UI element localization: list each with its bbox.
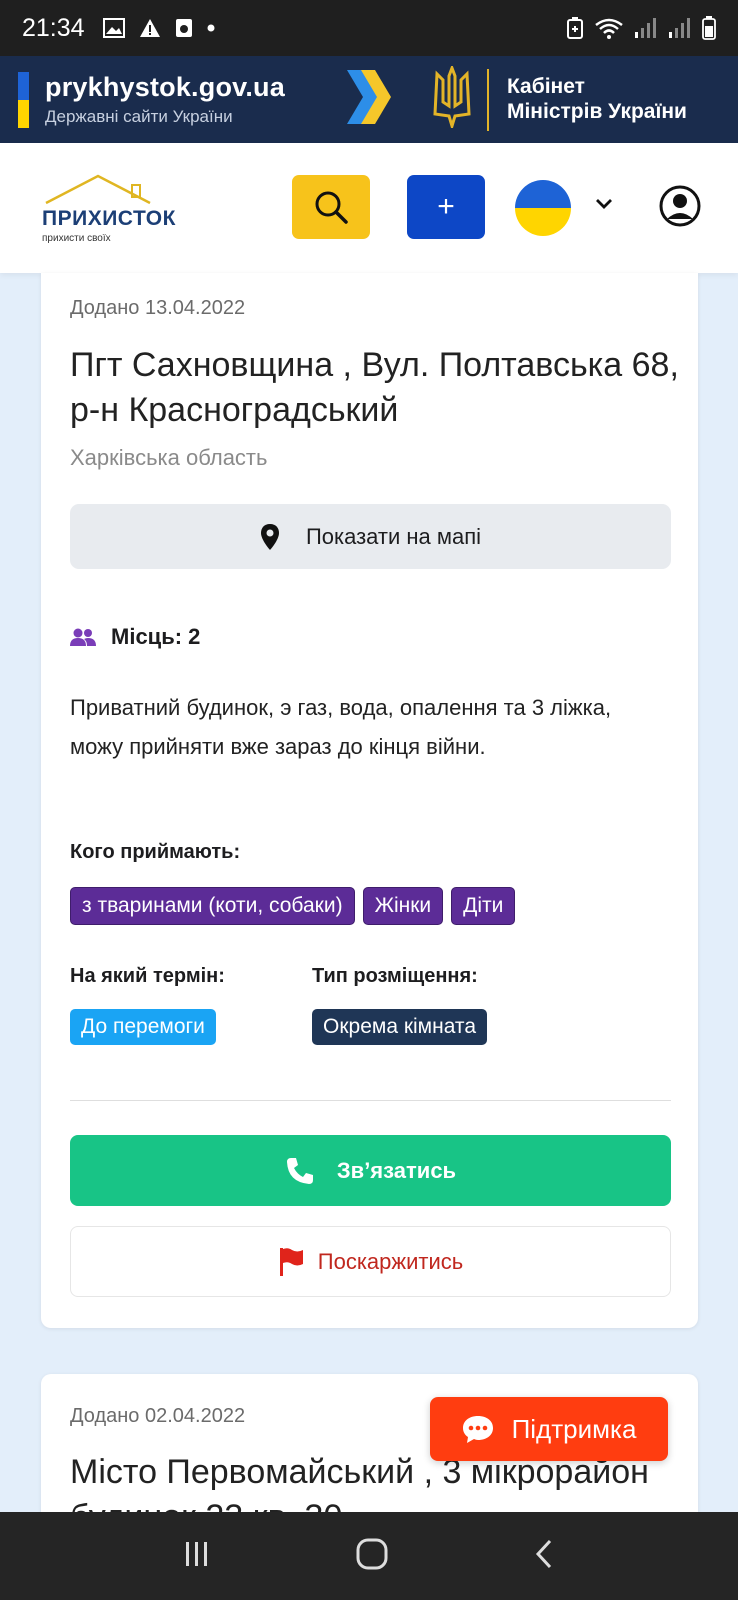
listing-description: Приватний будинок, э газ, вода, опалення… xyxy=(70,695,612,759)
accommodation-type-badge: Окрема кімната xyxy=(312,1009,487,1045)
places-count: Місць: 2 xyxy=(70,624,200,650)
report-label: Поскаржитись xyxy=(317,1248,464,1274)
listing-title: Пгт Сахновщина , Вул. Полтавська 68, р-н… xyxy=(70,346,679,429)
site-logo[interactable]: ПРИХИСТОК прихисти своїх xyxy=(40,173,200,247)
warning-icon xyxy=(139,18,161,38)
add-listing-button[interactable]: + xyxy=(407,175,485,239)
added-date: 02.04.2022 xyxy=(144,1405,246,1427)
logo-brand: ПРИХИСТОК xyxy=(42,207,176,230)
status-bar: 21:34 xyxy=(0,0,738,56)
term-badge: До перемоги xyxy=(70,1009,216,1045)
gov-divider xyxy=(486,68,489,131)
tag-chip: Жінки xyxy=(362,887,444,925)
ukraine-flag-stripe xyxy=(18,71,29,128)
battery-icon xyxy=(702,16,716,40)
listing-card: Додано 13.04.2022 Пгт Сахновщина , Вул. … xyxy=(41,273,698,1328)
term-label: На який термін: xyxy=(70,965,225,987)
gov-domain[interactable]: prykhystok.gov.ua xyxy=(45,72,285,103)
back-icon[interactable] xyxy=(532,1538,556,1575)
map-pin-icon xyxy=(260,523,279,550)
notification-icon xyxy=(175,18,193,38)
chevron-down-icon[interactable] xyxy=(594,197,614,216)
more-dot-icon xyxy=(207,24,215,32)
support-label: Підтримка xyxy=(511,1413,637,1444)
phone-icon xyxy=(286,1157,313,1184)
accommodation-type-label: Тип розміщення: xyxy=(312,965,478,987)
tag-chip: Діти xyxy=(451,887,516,925)
user-account-icon[interactable] xyxy=(659,185,701,232)
trident-icon xyxy=(431,63,473,133)
contact-label: Зв’язатись xyxy=(336,1157,457,1183)
signal-4g-icon xyxy=(668,17,692,39)
listing-region: Харківська область xyxy=(70,445,268,470)
plus-icon: + xyxy=(437,190,455,223)
cabinet-ministers-label[interactable]: Кабінет Міністрів України xyxy=(507,75,687,125)
contact-button[interactable]: Зв’язатись xyxy=(70,1135,671,1206)
home-icon[interactable] xyxy=(355,1537,389,1576)
status-time: 21:34 xyxy=(22,13,85,42)
battery-saver-icon xyxy=(566,17,584,39)
search-button[interactable] xyxy=(292,175,370,239)
report-button[interactable]: Поскаржитись xyxy=(70,1226,671,1297)
show-on-map-label: Показати на мапі xyxy=(305,523,482,549)
show-on-map-button[interactable]: Показати на мапі xyxy=(70,504,671,569)
added-date: 13.04.2022 xyxy=(144,297,246,319)
gov-subtitle: Державні сайти України xyxy=(45,107,233,126)
support-button[interactable]: Підтримка xyxy=(430,1397,668,1461)
flag-icon xyxy=(279,1247,303,1276)
site-header: ПРИХИСТОК прихисти своїх + xyxy=(0,143,738,273)
users-icon xyxy=(70,628,96,646)
system-nav-bar xyxy=(0,1512,738,1600)
logo-tagline: прихисти своїх xyxy=(42,233,111,244)
added-date-line: Додано 02.04.2022 xyxy=(70,1405,246,1427)
chevrons-logo-icon xyxy=(345,68,393,131)
who-accepted-label: Кого приймають: xyxy=(70,841,241,863)
chat-bubble-icon xyxy=(462,1416,493,1443)
search-icon xyxy=(315,191,348,224)
tag-chip: з тваринами (коти, собаки) xyxy=(70,887,355,925)
wifi-icon xyxy=(594,17,624,39)
who-accepted-tags: з тваринами (коти, собаки) Жінки Діти xyxy=(70,887,516,925)
language-flag-button[interactable] xyxy=(515,180,571,236)
added-date-line: Додано 13.04.2022 xyxy=(70,297,246,319)
divider xyxy=(70,1100,671,1101)
gov-banner[interactable]: prykhystok.gov.ua Державні сайти України… xyxy=(0,56,738,143)
recent-apps-icon[interactable] xyxy=(182,1539,212,1574)
signal-icon xyxy=(634,17,658,39)
gallery-icon xyxy=(102,18,125,38)
